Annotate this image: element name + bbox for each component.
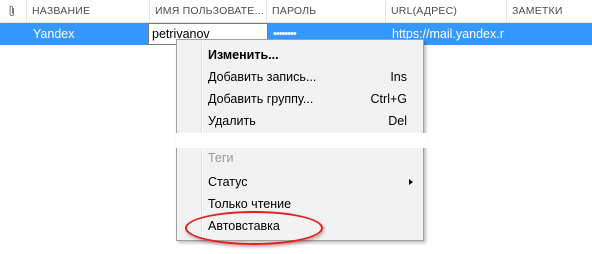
menu-item-label: Удалить xyxy=(208,114,256,128)
menu-item-label: Теги xyxy=(208,151,234,165)
menu-item-edit[interactable]: Изменить... xyxy=(179,44,421,66)
menu-item-read-only[interactable]: Только чтение xyxy=(179,193,421,215)
menu-item-label: Добавить запись... xyxy=(208,70,317,84)
menu-item-add-entry[interactable]: Добавить запись... Ins xyxy=(179,66,421,88)
column-header-password[interactable]: ПАРОЛЬ xyxy=(267,0,386,22)
menu-item-label: Статус xyxy=(208,175,248,189)
highlight-ellipse xyxy=(185,211,323,245)
column-attachments[interactable] xyxy=(0,0,27,22)
column-header-url[interactable]: URL(АДРЕС) xyxy=(386,0,507,22)
cell-notes[interactable] xyxy=(507,23,592,45)
paperclip-icon xyxy=(9,5,14,17)
menu-item-shortcut: Del xyxy=(388,114,407,128)
column-header-title[interactable]: НАЗВАНИЕ xyxy=(27,0,150,22)
menu-item-label: Добавить группу... xyxy=(208,92,314,106)
screenshot-cutout xyxy=(176,133,428,148)
menu-item-label: Изменить... xyxy=(208,48,279,62)
menu-item-tags[interactable]: Теги xyxy=(179,147,421,169)
submenu-arrow-icon xyxy=(409,179,413,185)
column-header-notes[interactable]: ЗАМЕТКИ xyxy=(507,0,592,22)
cell-title[interactable]: Yandex xyxy=(27,23,150,45)
column-header-username[interactable]: ИМЯ ПОЛЬЗОВАТЕ... xyxy=(150,0,267,22)
menu-item-shortcut: Ctrl+G xyxy=(370,92,407,106)
menu-item-status[interactable]: Статус xyxy=(179,171,421,193)
table-header: НАЗВАНИЕ ИМЯ ПОЛЬЗОВАТЕ... ПАРОЛЬ URL(АД… xyxy=(0,0,592,23)
menu-item-shortcut: Ins xyxy=(390,70,407,84)
menu-item-add-group[interactable]: Добавить группу... Ctrl+G xyxy=(179,88,421,110)
menu-item-delete[interactable]: Удалить Del xyxy=(179,110,421,132)
